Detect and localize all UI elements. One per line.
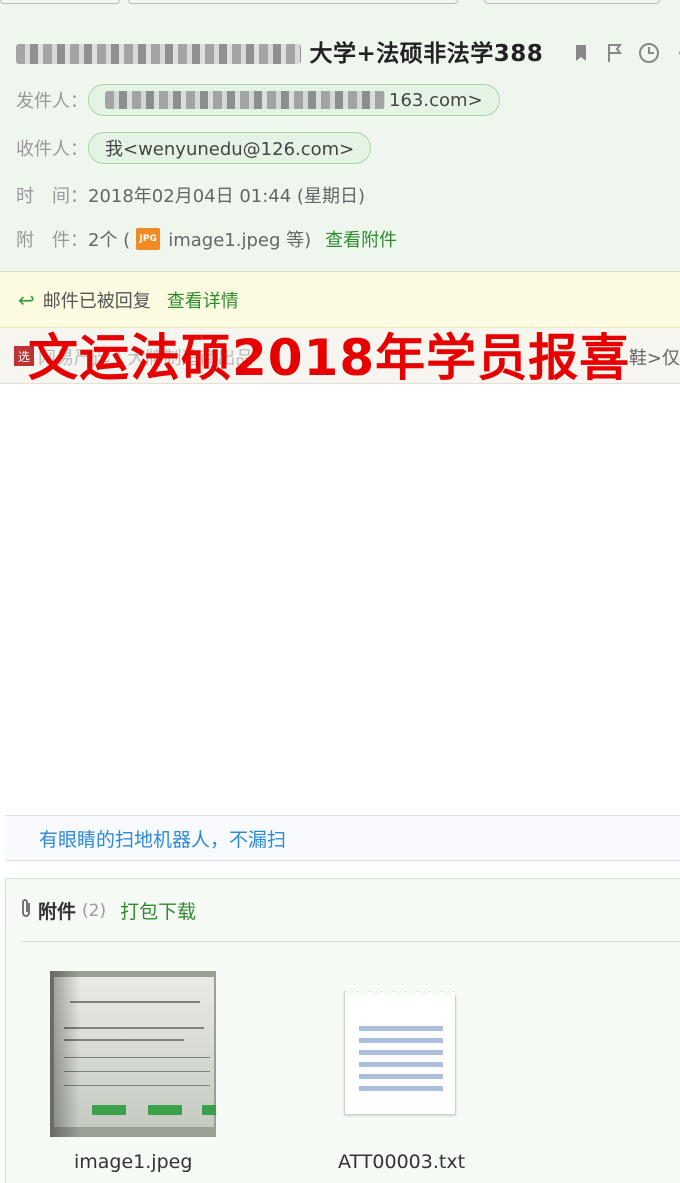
- sender-address: 163.com>: [389, 89, 483, 111]
- sender-pill[interactable]: 163.com>: [88, 84, 500, 116]
- attachment-label: 附 件：: [16, 230, 88, 251]
- redacted-subject: [16, 44, 301, 64]
- view-attachments-link[interactable]: 查看附件: [325, 226, 397, 252]
- image-thumbnail[interactable]: [50, 971, 216, 1137]
- recipient-label: 收件人：: [16, 139, 88, 160]
- subject-actions: [570, 40, 680, 66]
- overlay-title: 文运法硕2018年学员报喜: [28, 329, 631, 387]
- attachments-header: 附件 (2) 打包下载: [20, 897, 196, 924]
- text-file-icon[interactable]: [344, 991, 457, 1115]
- toolbar-tab[interactable]: [0, 0, 120, 4]
- email-header: 大学+法硕非法学388 发件人： 163.com> 收件人： 我<wenyune…: [0, 0, 680, 272]
- time-row: 时 间： 2018年02月04日 01:44 (星期日): [16, 182, 365, 208]
- toolbar-strip: [0, 0, 680, 6]
- attachment-row: 附 件： 2个 ( JPG image1.jpeg 等) 查看附件: [16, 226, 397, 252]
- jpg-file-icon: JPG: [136, 228, 161, 250]
- redacted-sender: [105, 91, 385, 109]
- clock-icon[interactable]: [638, 42, 660, 64]
- promo-link[interactable]: 有眼睛的扫地机器人，不漏扫: [39, 825, 286, 852]
- ad-tail-text: 鞋>仅: [628, 348, 680, 369]
- promo-banner: 有眼睛的扫地机器人，不漏扫: [5, 815, 680, 861]
- attachment-summary[interactable]: image1.jpeg 等): [168, 226, 311, 252]
- attachments-title: 附件: [38, 901, 77, 923]
- attachments-count: (2): [82, 900, 107, 921]
- more-icon[interactable]: [672, 42, 680, 64]
- subject-text: 大学+法硕非法学388: [309, 41, 544, 67]
- bookmark-icon[interactable]: [570, 42, 592, 64]
- toolbar-tab[interactable]: [128, 0, 458, 4]
- download-all-link[interactable]: 打包下载: [120, 897, 196, 924]
- time-value: 2018年02月04日 01:44 (星期日): [88, 186, 365, 207]
- flag-icon[interactable]: [604, 42, 626, 64]
- email-subject: 大学+法硕非法学388: [16, 34, 543, 68]
- sender-row: 发件人： 163.com>: [16, 84, 500, 116]
- divider: [22, 941, 680, 942]
- attachments-panel: 附件 (2) 打包下载 image1.jpeg ATT00003.txt: [5, 878, 680, 1183]
- attachment-filename[interactable]: image1.jpeg: [74, 1151, 192, 1173]
- time-label: 时 间：: [16, 186, 88, 207]
- attachment-filename[interactable]: ATT00003.txt: [338, 1151, 465, 1173]
- sender-label: 发件人：: [16, 91, 88, 112]
- recipient-row: 收件人： 我<wenyunedu@126.com>: [16, 132, 372, 164]
- attachment-count: 2个 (: [88, 230, 131, 251]
- recipient-pill[interactable]: 我<wenyunedu@126.com>: [88, 132, 372, 164]
- paperclip-icon: [20, 898, 32, 923]
- toolbar-tab[interactable]: [484, 0, 660, 4]
- reply-icon: ↩: [18, 287, 35, 312]
- recipient-address: 我<wenyunedu@126.com>: [105, 139, 355, 160]
- view-details-link[interactable]: 查看详情: [167, 287, 239, 313]
- reply-notice-text: 邮件已被回复: [42, 290, 151, 312]
